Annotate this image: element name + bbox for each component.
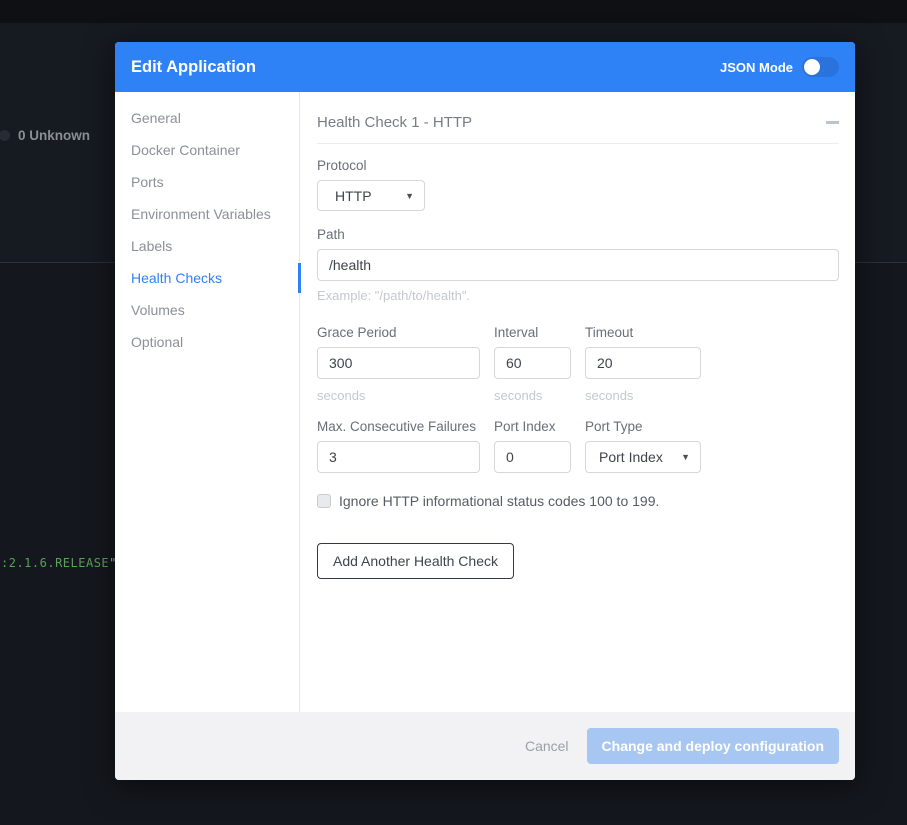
active-indicator-bar bbox=[298, 263, 301, 293]
port-type-select-value: Port Index bbox=[599, 449, 663, 465]
interval-label: Interval bbox=[494, 325, 571, 340]
sidebar-item-label: Health Checks bbox=[131, 270, 222, 286]
health-checks-panel: Health Check 1 - HTTP Protocol HTTP ▼ Pa… bbox=[300, 92, 855, 712]
health-check-heading: Health Check 1 - HTTP bbox=[317, 114, 472, 131]
modal-footer: Cancel Change and deploy configuration bbox=[115, 712, 855, 780]
sidebar-item-volumes[interactable]: Volumes bbox=[115, 294, 299, 326]
cancel-button[interactable]: Cancel bbox=[525, 738, 569, 754]
sidebar-item-environment-variables[interactable]: Environment Variables bbox=[115, 198, 299, 230]
timing-fields-row: Grace Period seconds Interval seconds Ti… bbox=[317, 325, 839, 403]
unknown-status-count: 0 Unknown bbox=[18, 128, 90, 143]
json-mode-toggle[interactable] bbox=[802, 57, 839, 77]
path-input[interactable] bbox=[317, 249, 839, 281]
port-type-group: Port Type Port Index ▼ bbox=[585, 419, 701, 473]
sidebar-item-health-checks[interactable]: Health Checks bbox=[115, 262, 299, 294]
sidebar-item-general[interactable]: General bbox=[115, 102, 299, 134]
modal-body: General Docker Container Ports Environme… bbox=[115, 92, 855, 712]
chevron-down-icon: ▼ bbox=[405, 191, 414, 201]
max-failures-input[interactable] bbox=[317, 441, 480, 473]
grace-period-input[interactable] bbox=[317, 347, 480, 379]
collapse-minus-icon[interactable] bbox=[826, 121, 839, 124]
timeout-group: Timeout seconds bbox=[585, 325, 701, 403]
sidebar-item-docker-container[interactable]: Docker Container bbox=[115, 134, 299, 166]
sidebar-item-labels[interactable]: Labels bbox=[115, 230, 299, 262]
path-label: Path bbox=[317, 227, 839, 242]
port-index-group: Port Index bbox=[494, 419, 571, 473]
max-failures-group: Max. Consecutive Failures bbox=[317, 419, 480, 473]
modal-sidebar: General Docker Container Ports Environme… bbox=[115, 92, 300, 712]
sidebar-item-optional[interactable]: Optional bbox=[115, 326, 299, 358]
protocol-field-group: Protocol HTTP ▼ bbox=[317, 158, 839, 211]
protocol-label: Protocol bbox=[317, 158, 839, 173]
grace-period-help: seconds bbox=[317, 388, 480, 403]
protocol-select[interactable]: HTTP ▼ bbox=[317, 180, 425, 211]
interval-help: seconds bbox=[494, 388, 571, 403]
timeout-label: Timeout bbox=[585, 325, 701, 340]
json-mode-label: JSON Mode bbox=[720, 60, 793, 75]
add-health-check-button[interactable]: Add Another Health Check bbox=[317, 543, 514, 579]
modal-header: Edit Application JSON Mode bbox=[115, 42, 855, 92]
port-fields-row: Max. Consecutive Failures Port Index Por… bbox=[317, 419, 839, 473]
max-failures-label: Max. Consecutive Failures bbox=[317, 419, 480, 434]
ignore-http-checkbox-label: Ignore HTTP informational status codes 1… bbox=[339, 493, 659, 509]
health-check-heading-row: Health Check 1 - HTTP bbox=[317, 114, 839, 144]
background-code-line: :2.1.6.RELEASE", bbox=[1, 556, 125, 570]
protocol-select-value: HTTP bbox=[335, 188, 372, 204]
edit-application-modal: Edit Application JSON Mode General Docke… bbox=[115, 42, 855, 780]
port-type-label: Port Type bbox=[585, 419, 701, 434]
ignore-http-checkbox-row: Ignore HTTP informational status codes 1… bbox=[317, 493, 839, 509]
interval-group: Interval seconds bbox=[494, 325, 571, 403]
port-type-select[interactable]: Port Index ▼ bbox=[585, 441, 701, 473]
toggle-knob bbox=[804, 59, 820, 75]
chevron-down-icon: ▼ bbox=[681, 452, 690, 462]
grace-period-label: Grace Period bbox=[317, 325, 480, 340]
path-field-group: Path Example: "/path/to/health". bbox=[317, 227, 839, 303]
timeout-help: seconds bbox=[585, 388, 701, 403]
grace-period-group: Grace Period seconds bbox=[317, 325, 480, 403]
code-release-token: :2.1.6.RELEASE bbox=[1, 556, 109, 570]
sidebar-item-ports[interactable]: Ports bbox=[115, 166, 299, 198]
port-index-input[interactable] bbox=[494, 441, 571, 473]
background-top-strip bbox=[0, 0, 907, 23]
ignore-http-checkbox[interactable] bbox=[317, 494, 331, 508]
interval-input[interactable] bbox=[494, 347, 571, 379]
port-index-label: Port Index bbox=[494, 419, 571, 434]
deploy-configuration-button[interactable]: Change and deploy configuration bbox=[587, 728, 839, 764]
path-help-text: Example: "/path/to/health". bbox=[317, 288, 839, 303]
modal-title: Edit Application bbox=[131, 58, 256, 77]
timeout-input[interactable] bbox=[585, 347, 701, 379]
